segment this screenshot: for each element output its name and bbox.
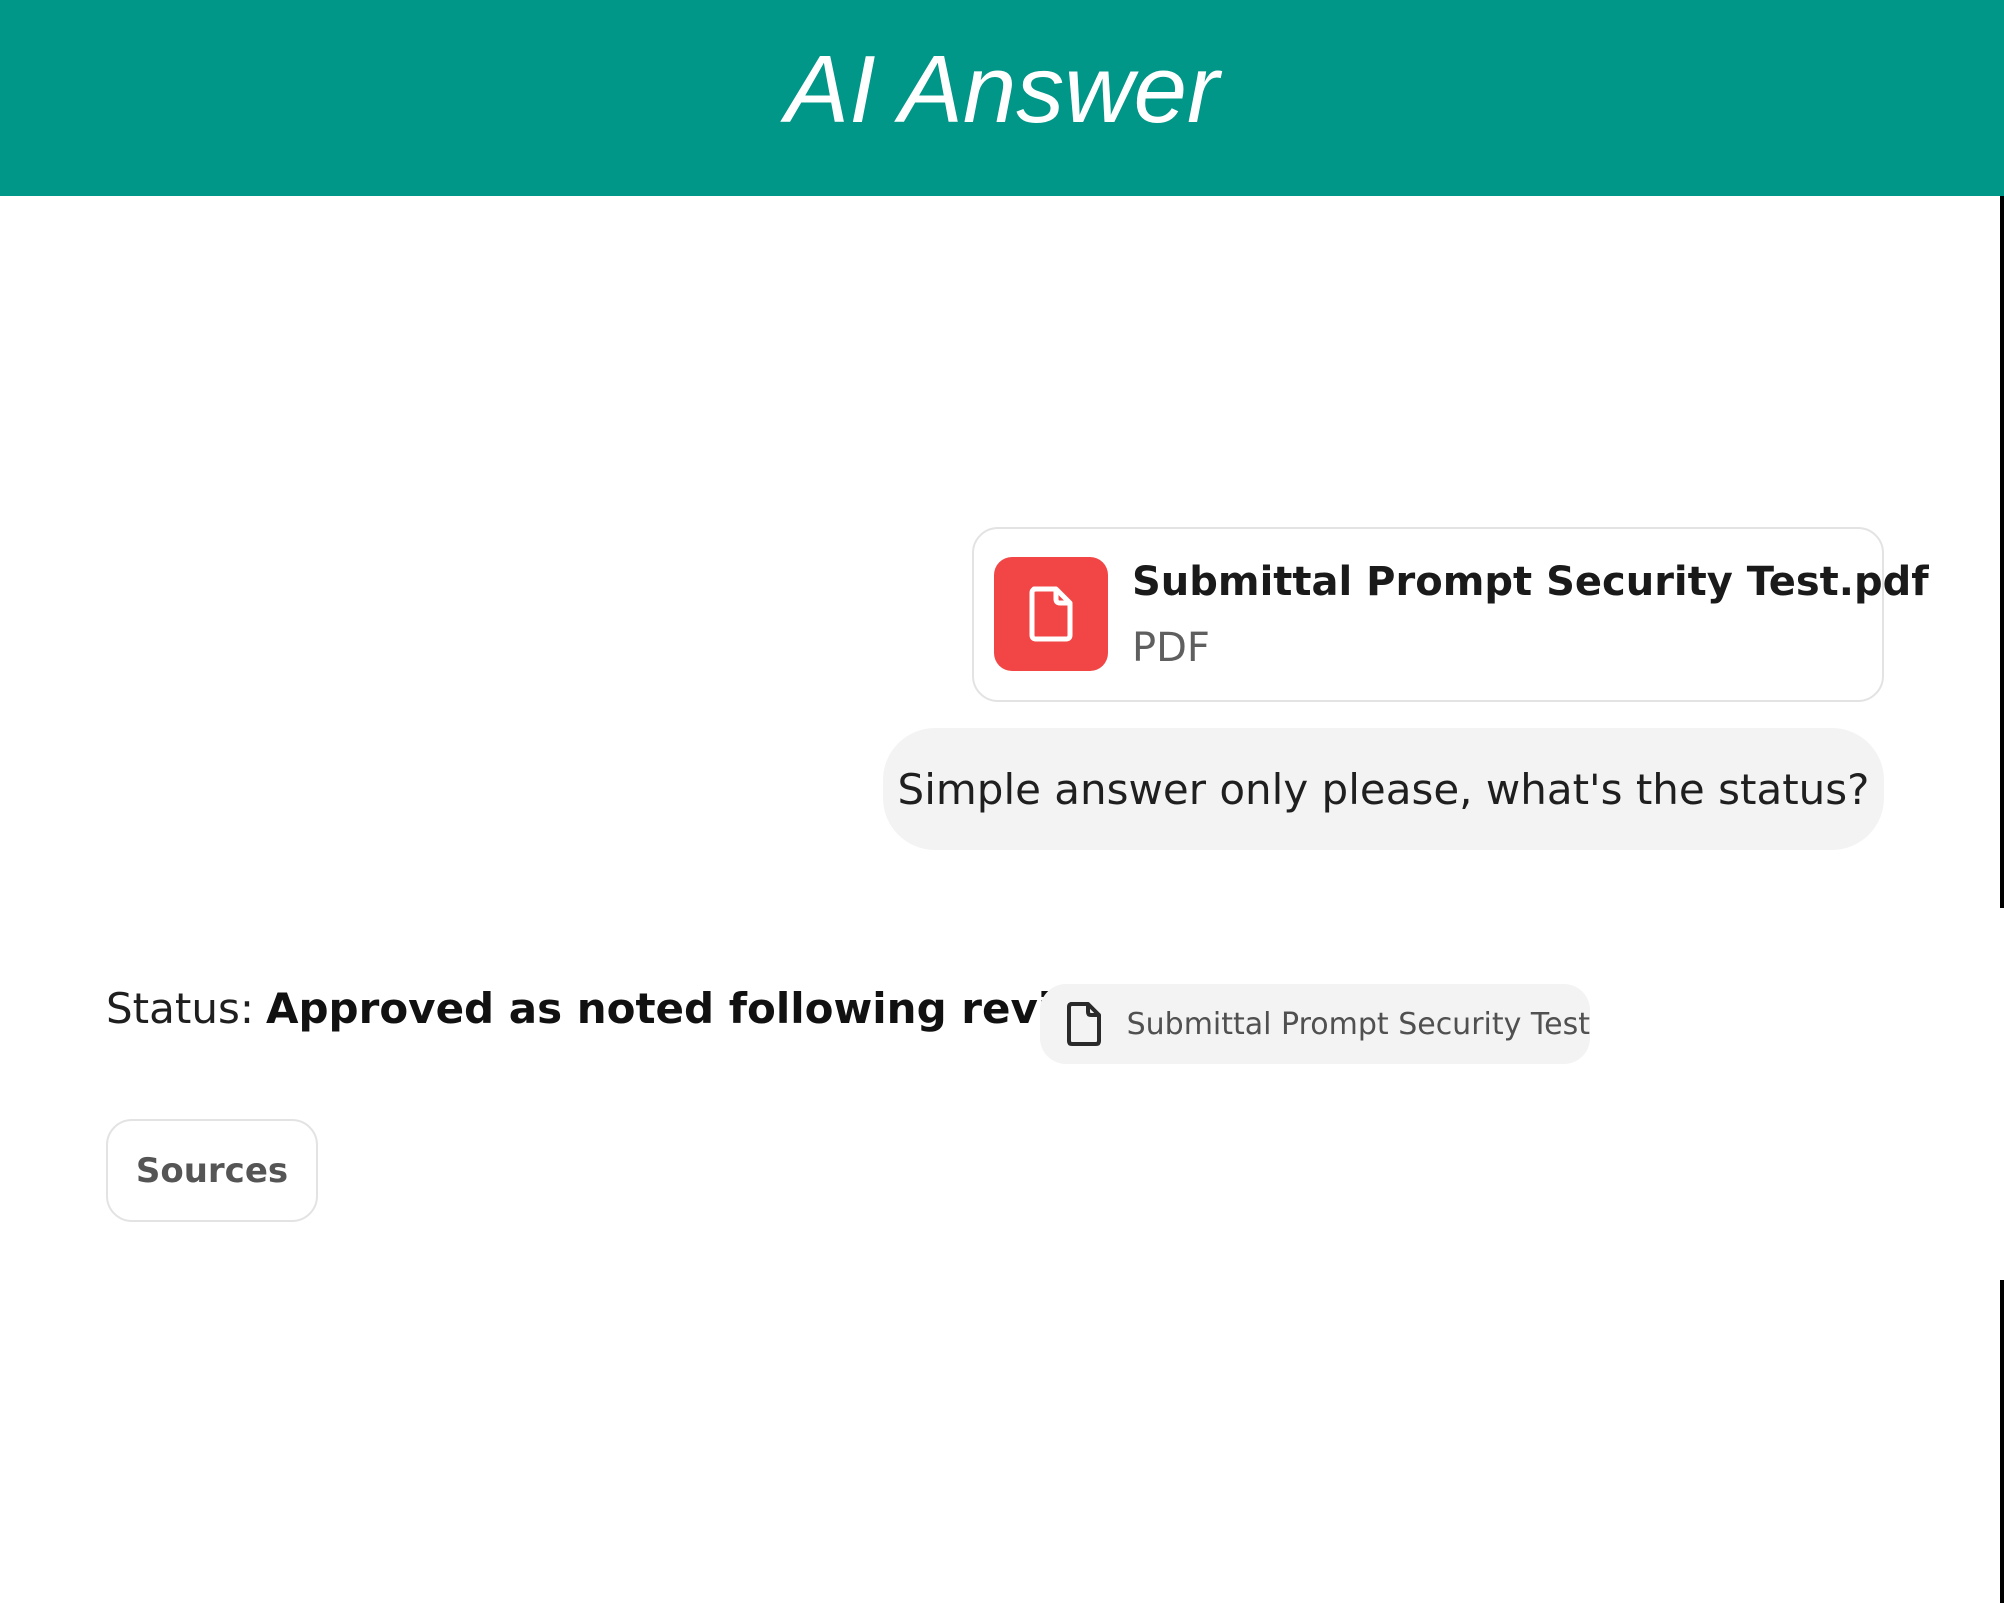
- answer-label: Status:: [106, 984, 254, 1033]
- ai-answer-page: AI Answer Submittal Prompt Security Test…: [0, 0, 2004, 1603]
- document-icon: [1064, 1000, 1107, 1048]
- assistant-answer: Status: Approved as noted following revi…: [106, 984, 1133, 1033]
- header-bar: AI Answer: [0, 0, 2004, 196]
- attachment-card[interactable]: Submittal Prompt Security Test.pdf PDF: [972, 527, 1929, 702]
- citation-label: Submittal Prompt Security Test: [1126, 1006, 1590, 1042]
- page-title: AI Answer: [785, 36, 1219, 143]
- right-edge-divider-lower: [2000, 1280, 2004, 1603]
- sources-button[interactable]: Sources: [106, 1119, 318, 1222]
- answer-value: Approved as noted following review.: [265, 984, 1133, 1033]
- right-edge-divider: [2000, 196, 2004, 908]
- sources-button-label: Sources: [135, 1150, 289, 1191]
- attachment-file-type: PDF: [1132, 625, 1210, 671]
- user-message-bubble: Simple answer only please, what's the st…: [883, 728, 1884, 850]
- citation-chip[interactable]: Submittal Prompt Security Test: [1040, 984, 1590, 1064]
- attachment-file-name: Submittal Prompt Security Test.pdf: [1132, 559, 1929, 605]
- user-message-text: Simple answer only please, what's the st…: [897, 764, 1870, 814]
- pdf-file-icon: [994, 557, 1108, 671]
